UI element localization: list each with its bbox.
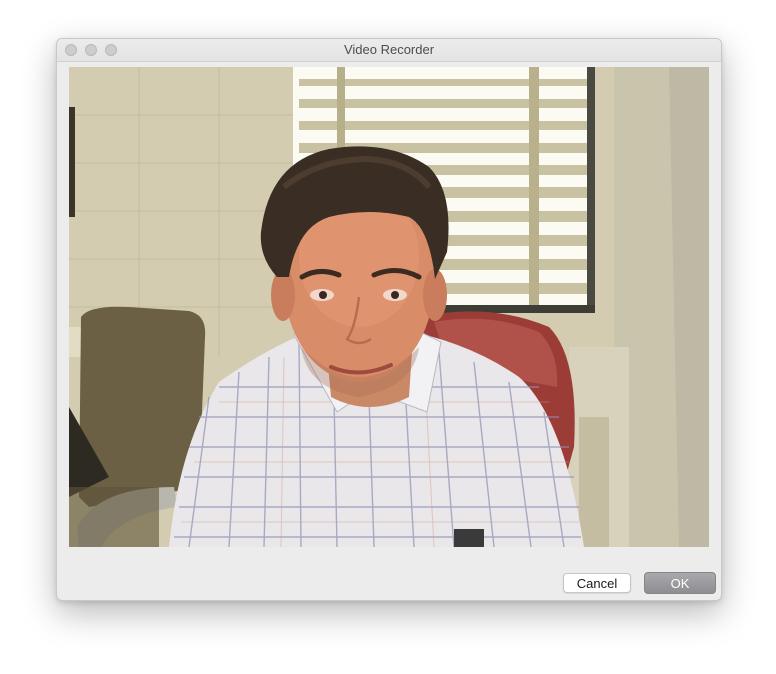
- cancel-button[interactable]: Cancel: [563, 573, 631, 593]
- wall-frame: [69, 107, 75, 217]
- title-bar[interactable]: Video Recorder: [57, 39, 721, 62]
- video-recorder-window: Video Recorder Cancel OK: [56, 38, 722, 601]
- ok-button[interactable]: OK: [644, 572, 716, 594]
- video-preview: [69, 67, 709, 547]
- window-title: Video Recorder: [343, 42, 435, 57]
- webcam-frame: [69, 67, 709, 547]
